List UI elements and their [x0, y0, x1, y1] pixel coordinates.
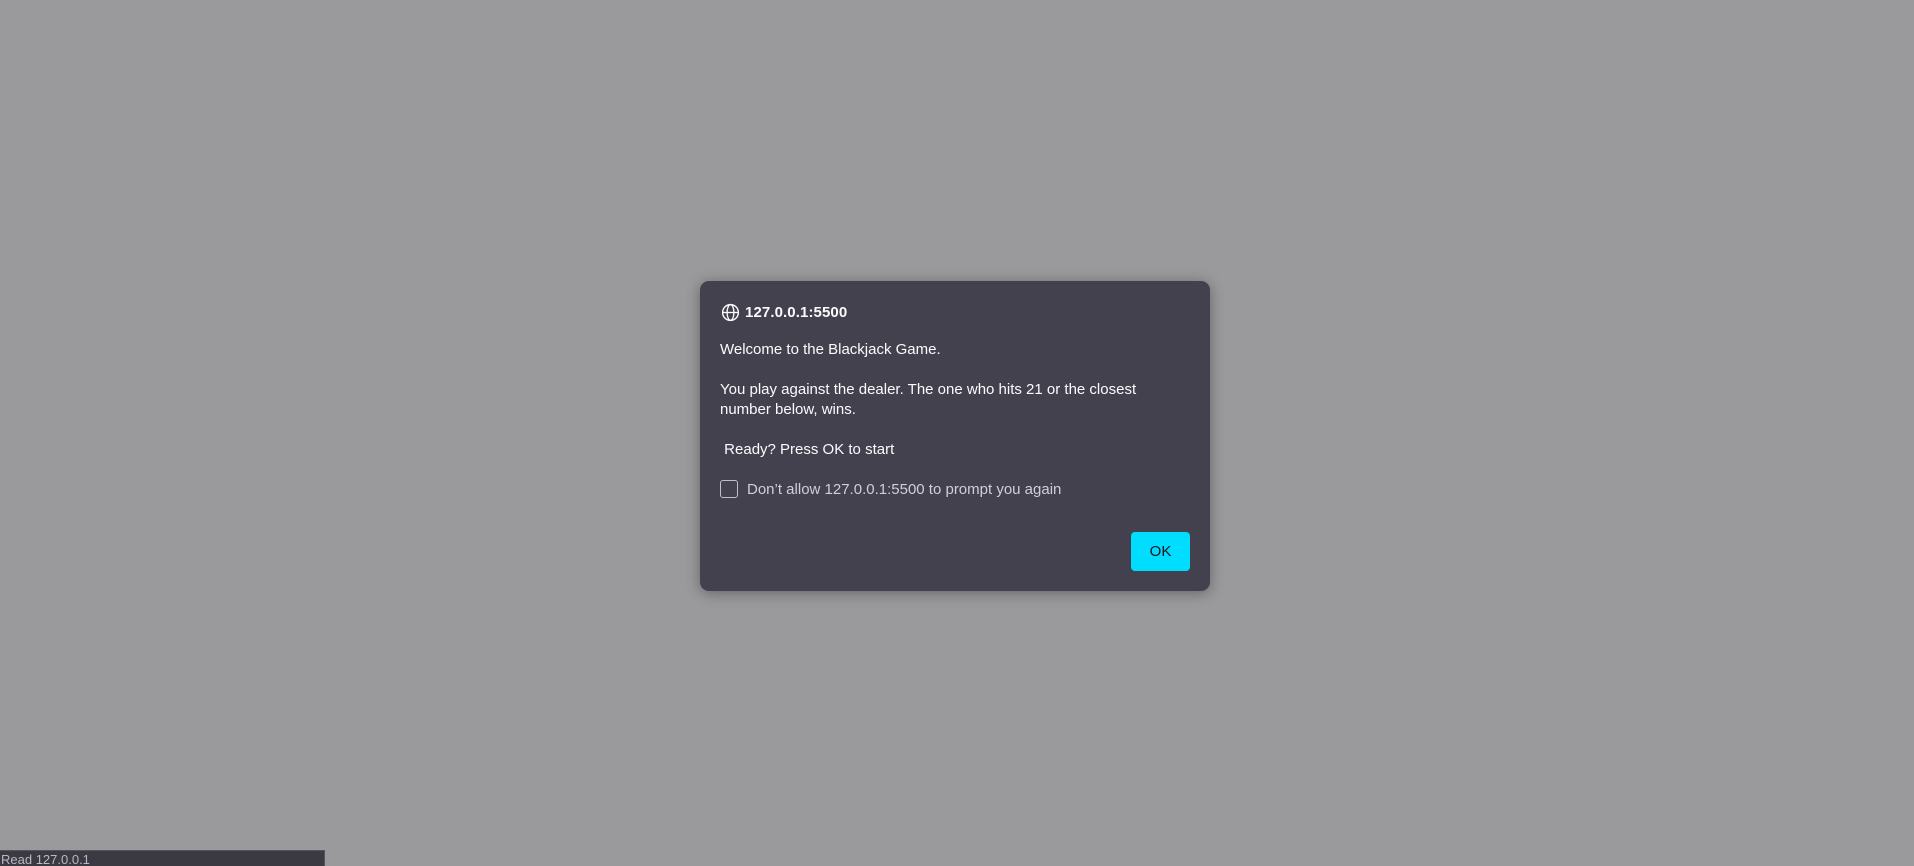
dialog-origin: 127.0.0.1:5500 [745, 303, 848, 321]
dialog-message: Welcome to the Blackjack Game. You play … [720, 341, 1137, 458]
dialog-button-row: OK [1131, 532, 1190, 571]
ok-button[interactable]: OK [1131, 532, 1190, 571]
dont-allow-prompt-row[interactable]: Don’t allow 127.0.0.1:5500 to prompt you… [720, 478, 1190, 500]
dialog-header: 127.0.0.1:5500 [720, 301, 1190, 323]
globe-icon [720, 302, 740, 322]
status-bar: Read 127.0.0.1 [0, 850, 325, 866]
dont-allow-prompt-checkbox[interactable] [720, 480, 738, 498]
dont-allow-prompt-label[interactable]: Don’t allow 127.0.0.1:5500 to prompt you… [747, 481, 1061, 498]
prompt-dialog: 127.0.0.1:5500 Welcome to the Blackjack … [700, 281, 1210, 591]
